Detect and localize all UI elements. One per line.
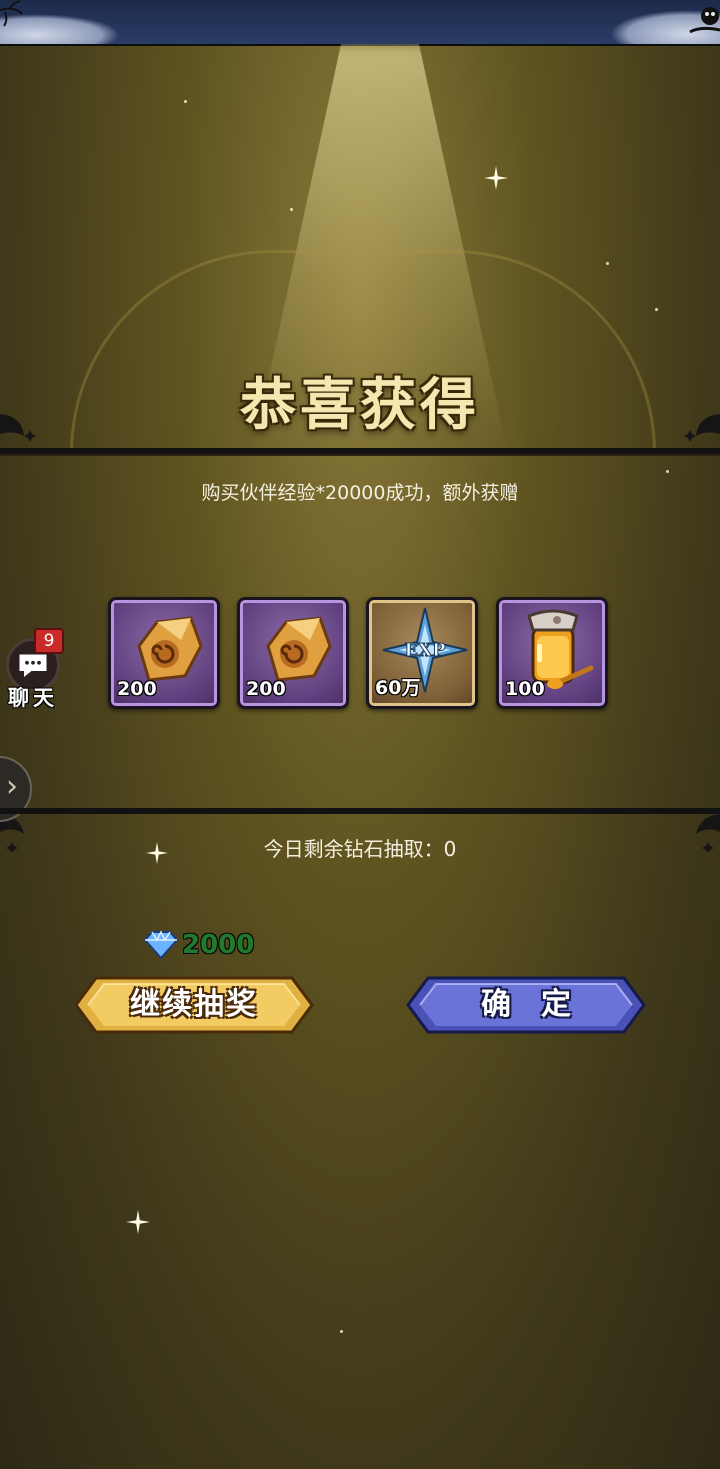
reward-count: 100 <box>505 678 545 700</box>
chat-label: 聊天 <box>8 686 58 710</box>
chat-unread-badge: 9 <box>34 628 64 654</box>
cost-value: 2000 <box>182 930 255 960</box>
star-dot <box>655 308 658 311</box>
reward-item[interactable]: 200 <box>108 597 220 709</box>
svg-text:EXP: EXP <box>404 640 446 661</box>
purchase-message: 购买伙伴经验*20000成功，额外获赠 <box>201 482 519 504</box>
confirm-label: 确定 <box>481 987 601 1022</box>
owl-branch-icon <box>689 7 720 34</box>
section-divider <box>0 808 720 814</box>
diamond-icon <box>144 930 178 960</box>
reward-item[interactable]: 200 <box>237 597 349 709</box>
chat-button[interactable]: 9 聊天 <box>4 628 66 710</box>
star-dot <box>290 208 293 211</box>
star-dot <box>340 1330 343 1333</box>
continue-draw-button[interactable]: 继续抽奖 <box>74 972 314 1038</box>
sparkle-icon <box>484 166 508 190</box>
reward-count: 200 <box>117 678 157 700</box>
header-divider <box>0 448 720 454</box>
branch-left-icon <box>0 0 23 27</box>
confirm-button[interactable]: 确定 <box>406 972 646 1038</box>
star-dot <box>666 470 669 473</box>
top-sky-strip <box>0 0 720 46</box>
star-dot <box>606 262 609 265</box>
continue-draw-label: 继续抽奖 <box>130 987 258 1022</box>
star-dot <box>184 100 187 103</box>
page-title: 恭喜获得 <box>240 372 480 438</box>
sparkle-icon <box>126 1210 150 1234</box>
remaining-draws-text: 今日剩余钻石抽取：0 <box>263 837 457 861</box>
draw-cost: 2000 <box>144 928 254 962</box>
reward-item[interactable]: 100 <box>496 597 608 709</box>
reward-count: 200 <box>246 678 286 700</box>
reward-list: 200 200 EXP 60万 100 <box>108 597 612 713</box>
chevron-right-icon: › <box>6 769 18 804</box>
reward-item[interactable]: EXP 60万 <box>366 597 478 709</box>
reward-count: 60万 <box>375 677 421 699</box>
